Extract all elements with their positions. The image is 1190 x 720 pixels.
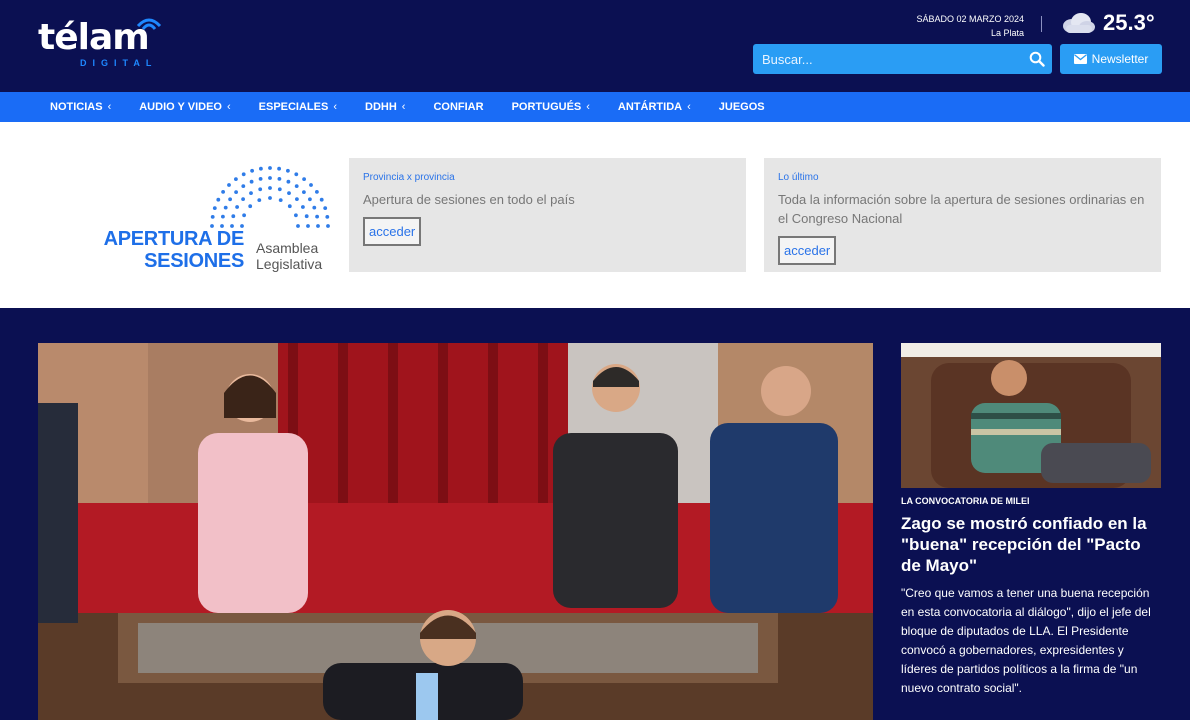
temperature: 25.3° bbox=[1103, 10, 1155, 35]
nav-item-portugues[interactable]: PORTUGUÉS ‹ bbox=[512, 101, 590, 113]
apertura-title-line: SESIONES bbox=[144, 250, 244, 272]
nav-label: JUEGOS bbox=[718, 101, 765, 113]
main-nav: NOTICIAS ‹ AUDIO Y VIDEO ‹ ESPECIALES ‹ DDH… bbox=[0, 92, 1190, 122]
nav-item-ddhh[interactable]: DDHH ‹ bbox=[365, 101, 405, 113]
current-date: SÁBADO 02 MARZO 2024 bbox=[916, 14, 1024, 24]
portrait-photo bbox=[901, 343, 1161, 488]
nav-label: ESPECIALES bbox=[258, 101, 329, 113]
subtitle-line: Legislativa bbox=[256, 256, 323, 272]
nav-label: NOTICIAS bbox=[50, 101, 103, 113]
nav-label: CONFIAR bbox=[433, 101, 484, 113]
nav-item-confiar[interactable]: CONFIAR bbox=[433, 101, 483, 113]
nav-item-audio-video[interactable]: AUDIO Y VIDEO ‹ bbox=[139, 101, 230, 113]
hero-photo[interactable] bbox=[38, 343, 873, 720]
hemicycle-dots-icon bbox=[210, 166, 330, 228]
search-input[interactable] bbox=[762, 51, 1012, 67]
apertura-title-line: APERTURA DE bbox=[103, 228, 245, 250]
nav-label: AUDIO Y VIDEO bbox=[139, 101, 222, 113]
acceder-button[interactable]: acceder bbox=[778, 236, 837, 265]
card-kicker[interactable]: Provincia x provincia bbox=[363, 172, 732, 183]
card-text: Apertura de sesiones en todo el país bbox=[363, 192, 575, 207]
logo-subtitle: DIGITAL bbox=[80, 58, 158, 68]
nav-item-noticias[interactable]: NOTICIAS ‹ bbox=[50, 101, 111, 113]
telam-logo[interactable]: télam DIGITAL bbox=[38, 14, 168, 72]
logo-wordmark: télam bbox=[38, 17, 150, 58]
search-bar[interactable] bbox=[753, 44, 1052, 74]
nav-label: ANTÁRTIDA bbox=[617, 101, 683, 113]
acceder-button[interactable]: acceder bbox=[363, 217, 422, 246]
nav-label: DDHH bbox=[365, 101, 397, 113]
side-story-kicker[interactable]: LA CONVOCATORIA DE MILEI bbox=[901, 496, 1030, 506]
chevron-left-icon: ‹ bbox=[226, 101, 231, 113]
chevron-left-icon: ‹ bbox=[687, 101, 691, 113]
side-story-body: "Creo que vamos a tener una buena recepc… bbox=[901, 586, 1151, 695]
card-kicker[interactable]: Lo último bbox=[778, 172, 1147, 183]
sessions-banner: APERTURA DE SESIONES Asamblea Legislativ… bbox=[0, 122, 1190, 308]
newsletter-label: Newsletter bbox=[1091, 52, 1149, 66]
signal-wave-icon bbox=[136, 18, 162, 30]
chevron-left-icon: ‹ bbox=[401, 101, 406, 113]
apertura-title: APERTURA DE SESIONES bbox=[78, 228, 245, 272]
nav-label: PORTUGUÉS bbox=[511, 101, 582, 113]
nav-item-especiales[interactable]: ESPECIALES ‹ bbox=[259, 101, 337, 113]
current-city: La Plata bbox=[990, 28, 1024, 38]
chevron-left-icon: ‹ bbox=[586, 101, 590, 113]
promo-card-provincias: Provincia x provincia Apertura de sesion… bbox=[349, 158, 746, 272]
side-story-title[interactable]: Zago se mostró confiado en la "buena" re… bbox=[901, 513, 1163, 576]
asamblea-subtitle: Asamblea Legislativa bbox=[256, 240, 322, 272]
subtitle-line: Asamblea bbox=[256, 240, 319, 256]
chevron-left-icon: ‹ bbox=[333, 101, 337, 113]
congress-session-photo bbox=[38, 343, 873, 720]
cloud-icon bbox=[1063, 13, 1095, 33]
apertura-logo[interactable]: APERTURA DE SESIONES Asamblea Legislativ… bbox=[78, 160, 338, 280]
nav-item-antartida[interactable]: ANTÁRTIDA ‹ bbox=[618, 101, 691, 113]
site-header: télam DIGITAL SÁBADO 02 MARZO 2024 La Pl… bbox=[0, 0, 1190, 92]
search-icon[interactable] bbox=[1029, 51, 1045, 67]
nav-item-juegos[interactable]: JUEGOS bbox=[719, 101, 765, 113]
date-location: SÁBADO 02 MARZO 2024 La Plata bbox=[916, 12, 1024, 40]
card-text: Toda la información sobre la apertura de… bbox=[778, 192, 1145, 226]
envelope-icon bbox=[1073, 54, 1087, 64]
promo-card-ultimo: Lo último Toda la información sobre la a… bbox=[764, 158, 1161, 272]
header-divider bbox=[1041, 16, 1042, 32]
newsletter-button[interactable]: Newsletter bbox=[1060, 44, 1162, 74]
chevron-left-icon: ‹ bbox=[107, 101, 112, 113]
side-story-photo[interactable] bbox=[901, 343, 1161, 488]
